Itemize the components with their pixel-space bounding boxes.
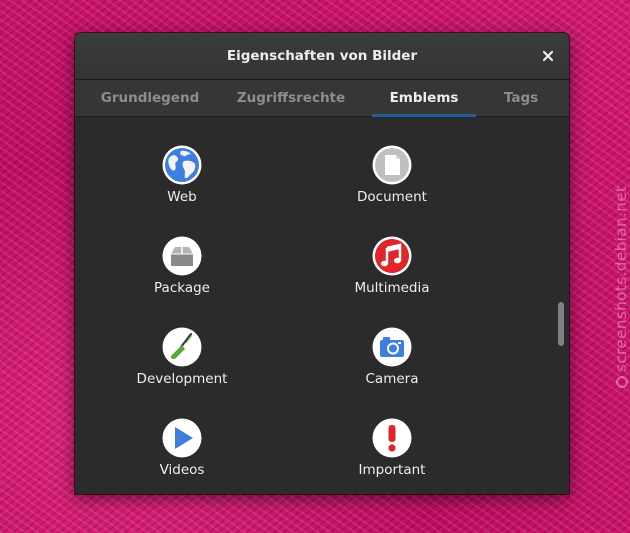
- emblem-label: Development: [136, 371, 228, 387]
- emblem-label: Multimedia: [354, 280, 430, 296]
- emblem-icon-wrap: [372, 418, 412, 458]
- emblem-icon-wrap: [372, 236, 412, 276]
- trowel-icon: [162, 327, 202, 367]
- watermark-text: screenshots.debian.net: [612, 185, 630, 372]
- tab-label: Zugriffsrechte: [236, 90, 346, 106]
- emblem-web[interactable]: Web: [102, 140, 262, 220]
- tab-zugriffsrechte[interactable]: Zugriffsrechte: [231, 80, 351, 116]
- tab-label: Grundlegend: [100, 90, 200, 106]
- emblem-icon-wrap: [162, 327, 202, 367]
- emblem-multimedia[interactable]: Multimedia: [312, 231, 472, 311]
- emblem-label: Camera: [365, 371, 419, 387]
- emblem-package[interactable]: Package: [102, 231, 262, 311]
- emblem-icon-wrap: [372, 145, 412, 185]
- tab-label: Tags: [503, 90, 539, 106]
- exclamation-icon: [372, 418, 412, 458]
- globe-icon: [162, 145, 202, 185]
- emblem-label: Important: [358, 462, 426, 478]
- close-icon: [542, 50, 554, 62]
- emblem-document[interactable]: Document: [312, 140, 472, 220]
- dialog-title: Eigenschaften von Bilder: [226, 48, 418, 64]
- music-note-icon: [372, 236, 412, 276]
- tab-tags[interactable]: Tags: [495, 80, 547, 116]
- emblem-label: Videos: [159, 462, 205, 478]
- emblem-label: Web: [167, 189, 197, 205]
- titlebar: Eigenschaften von Bilder: [75, 33, 569, 80]
- emblem-label: Package: [154, 280, 210, 296]
- emblem-grid: Web Document Package Multimedia Developm…: [75, 117, 569, 494]
- camera-icon: [372, 327, 412, 367]
- emblem-icon-wrap: [372, 327, 412, 367]
- tab-emblems[interactable]: Emblems: [372, 80, 476, 117]
- package-icon: [162, 236, 202, 276]
- scrollbar-thumb[interactable]: [558, 302, 564, 346]
- emblem-icon-wrap: [162, 236, 202, 276]
- emblem-videos[interactable]: Videos: [102, 413, 262, 493]
- emblem-important[interactable]: Important: [312, 413, 472, 493]
- document-icon: [372, 145, 412, 185]
- emblem-development[interactable]: Development: [102, 322, 262, 402]
- emblem-icon-wrap: [162, 145, 202, 185]
- watermark: screenshots.debian.net: [612, 186, 630, 388]
- emblem-label: Document: [357, 189, 427, 205]
- tab-grundlegend[interactable]: Grundlegend: [95, 80, 205, 116]
- tab-label: Emblems: [389, 90, 459, 106]
- emblem-camera[interactable]: Camera: [312, 322, 472, 402]
- play-icon: [162, 418, 202, 458]
- tab-bar: Grundlegend Zugriffsrechte Emblems Tags: [75, 80, 569, 117]
- close-button[interactable]: [537, 45, 559, 67]
- properties-dialog: Eigenschaften von Bilder Grundlegend Zug…: [75, 33, 569, 494]
- emblem-icon-wrap: [162, 418, 202, 458]
- watermark-logo-icon: [616, 376, 628, 388]
